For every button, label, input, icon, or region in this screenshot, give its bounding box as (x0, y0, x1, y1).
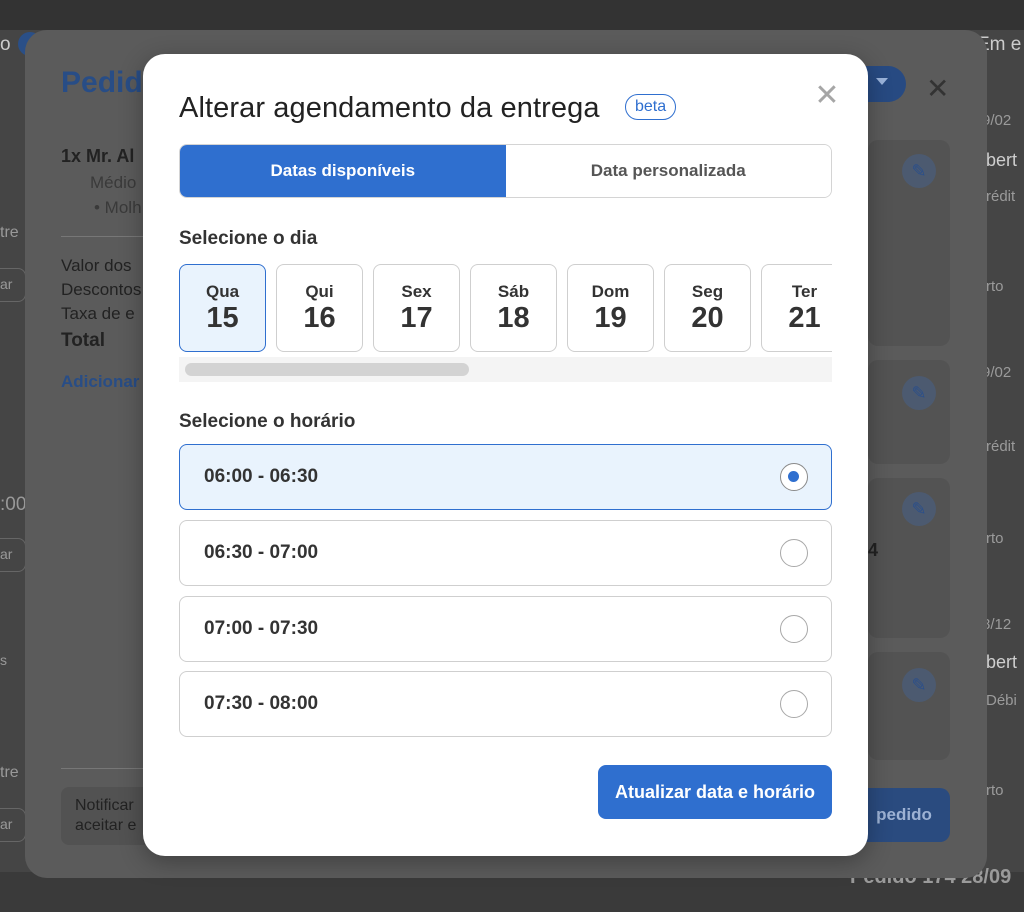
bg-right-text: bert (986, 652, 1018, 672)
notify-box (61, 787, 156, 845)
radio-button[interactable] (780, 539, 808, 567)
time-slot-label: 07:30 - 08:00 (204, 693, 319, 714)
radio-button[interactable] (780, 463, 808, 491)
day-option[interactable]: Qua 15 (179, 264, 266, 352)
day-name: Sáb (497, 282, 530, 301)
day-name: Ter (791, 282, 818, 301)
radio-button[interactable] (780, 615, 808, 643)
close-icon[interactable]: ✕ (813, 81, 841, 111)
beta-badge: beta (625, 94, 677, 120)
day-section-label: Selecione o dia (179, 228, 318, 249)
bg-right-text: bert (986, 150, 1018, 170)
pencil-icon[interactable]: ✎ (902, 154, 936, 188)
day-number: 19 (594, 302, 627, 334)
bg-order-card (868, 360, 950, 464)
time-slot-option[interactable]: 07:00 - 07:30 (179, 596, 832, 662)
pencil-icon[interactable]: ✎ (902, 668, 936, 702)
time-slot-option[interactable]: 06:00 - 06:30 (179, 444, 832, 510)
radio-button[interactable] (780, 690, 808, 718)
summary-values-label: Valor dos (61, 256, 132, 275)
tab-custom-date[interactable]: Data personalizada (505, 145, 831, 197)
day-option[interactable]: Dom 19 (567, 264, 654, 352)
bg-right-text: rédit (986, 188, 1016, 205)
time-slot-label: 06:00 - 06:30 (204, 466, 319, 487)
time-slot-label: 06:30 - 07:00 (204, 542, 319, 563)
bg-right-text: rto (986, 782, 1004, 799)
day-option[interactable]: Sáb 18 (470, 264, 557, 352)
chevron-down-icon (876, 78, 888, 85)
add-item-link[interactable]: Adicionar (61, 372, 139, 392)
pencil-icon[interactable]: ✎ (902, 492, 936, 526)
day-name: Sex (401, 282, 432, 301)
bg-left-text: ar (0, 276, 13, 292)
day-number: 17 (400, 302, 433, 334)
date-mode-tabs: Datas disponíveis Data personalizada (179, 144, 832, 198)
notify-text-line2: aceitar e (75, 817, 137, 834)
time-slot-option[interactable]: 06:30 - 07:00 (179, 520, 832, 586)
day-option[interactable]: Seg 20 (664, 264, 751, 352)
bg-left-text: tre (0, 224, 19, 241)
time-section-label: Selecione o horário (179, 411, 356, 432)
bg-side-number: 4 (868, 540, 879, 560)
bg-left-text: tre (0, 764, 19, 781)
day-name: Dom (591, 282, 630, 301)
day-number: 20 (691, 302, 724, 334)
day-name: Qua (205, 282, 240, 301)
bg-left-text: ar (0, 546, 13, 562)
close-icon[interactable]: ✕ (926, 72, 949, 105)
tab-available-dates[interactable]: Datas disponíveis (180, 145, 506, 197)
reschedule-delivery-modal: Alterar agendamento da entrega beta ✕ Da… (143, 54, 868, 856)
day-number: 15 (206, 302, 239, 334)
order-action-button[interactable]: pedido (858, 788, 950, 842)
order-item-size: Médio (90, 173, 137, 192)
bg-right-text: rto (986, 530, 1004, 547)
day-option[interactable]: Qui 16 (276, 264, 363, 352)
bg-right-text: rédit (986, 438, 1016, 455)
order-item-extra: • Molh (94, 198, 142, 217)
bg-right-text: Débi (986, 692, 1017, 709)
bg-order-card (868, 652, 950, 760)
day-option[interactable]: Sex 17 (373, 264, 460, 352)
day-option[interactable]: Ter 21 (761, 264, 832, 352)
notify-text-line1: Notificar (75, 797, 134, 814)
summary-fee-label: Taxa de e (61, 304, 135, 323)
divider (61, 236, 151, 237)
pencil-icon[interactable]: ✎ (902, 376, 936, 410)
bg-left-text: s (0, 652, 7, 668)
update-schedule-button[interactable]: Atualizar data e horário (598, 765, 832, 819)
time-slot-label: 07:00 - 07:30 (204, 618, 319, 639)
time-slot-option[interactable]: 07:30 - 08:00 (179, 671, 832, 737)
day-name: Seg (691, 282, 724, 301)
day-number: 21 (788, 302, 821, 334)
divider (61, 768, 151, 769)
day-number: 18 (497, 302, 530, 334)
bg-right-text: rto (986, 278, 1004, 295)
modal-title: Alterar agendamento da entrega (179, 92, 600, 124)
day-name: Qui (305, 282, 334, 301)
day-scrollbar-thumb[interactable] (185, 363, 469, 376)
summary-total-label: Total (61, 330, 105, 351)
summary-discounts-label: Descontos (61, 280, 142, 299)
bg-left-text: :00 (0, 494, 27, 515)
app-top-strip (0, 0, 1024, 30)
order-item-line: 1x Mr. Al (61, 146, 135, 166)
day-number: 16 (303, 302, 336, 334)
bg-left-text: ar (0, 816, 13, 832)
day-list: Qua 15 Qui 16 Sex 17 Sáb 18 Dom 19 Seg 2… (179, 264, 832, 352)
